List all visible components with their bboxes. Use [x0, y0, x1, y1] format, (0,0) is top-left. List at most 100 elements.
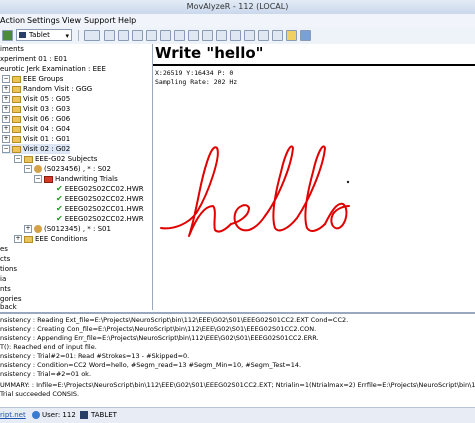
tree-item[interactable]: + Visit 01 : G01 — [2, 134, 70, 144]
expand-icon[interactable]: + — [2, 105, 10, 113]
expand-icon[interactable]: + — [2, 135, 10, 143]
expand-icon[interactable]: + — [2, 85, 10, 93]
chart-icon[interactable] — [146, 30, 157, 41]
subject-icon — [34, 225, 42, 233]
log-line: nsistency : Appending Err_file=E:\Projec… — [0, 334, 319, 342]
film-icon[interactable] — [174, 30, 185, 41]
folder-icon — [12, 105, 21, 113]
tree-item[interactable]: ✔ EEEG02S02CC02.HWR — [56, 194, 144, 204]
tree-item[interactable]: + EEE Conditions — [14, 234, 88, 244]
log-line: nsistency : Trial#2=01: Read #Strokes=13… — [0, 352, 190, 360]
tablet-select[interactable]: Tablet ▾ — [16, 29, 72, 41]
expand-icon[interactable]: + — [2, 125, 10, 133]
collapse-icon[interactable]: − — [2, 75, 10, 83]
folder-icon — [12, 85, 21, 93]
tree-item[interactable]: − EEE Groups — [2, 74, 63, 84]
tree-item[interactable]: − EEE-G02 Subjects — [14, 154, 97, 164]
folder-icon — [12, 95, 21, 103]
run-icon[interactable] — [2, 30, 13, 41]
folder-icon — [44, 175, 53, 183]
check-icon: ✔ — [56, 194, 63, 203]
menu-support[interactable]: Support — [84, 16, 116, 25]
user-status: User: 112 — [42, 411, 76, 419]
tree-item[interactable]: + (S012345) , * : S01 — [24, 224, 111, 234]
log-line: UMMARY: : Infile=E:\Projects\NeuroScript… — [0, 381, 475, 389]
tree-item[interactable]: es — [0, 244, 8, 254]
tree-item[interactable]: tions — [0, 264, 17, 274]
log-line: nsistency : Trial=#2=01 ok. — [0, 370, 92, 378]
subject-icon — [34, 165, 42, 173]
tree-item[interactable]: − Handwriting Trials — [34, 174, 118, 184]
tree-item[interactable]: + Visit 06 : G06 — [2, 114, 70, 124]
collapse-icon[interactable]: − — [2, 145, 10, 153]
tree-item[interactable]: nts — [0, 284, 11, 294]
tree-item[interactable]: eurotic Jerk Examination : EEE — [0, 64, 106, 74]
import-icon[interactable] — [104, 30, 115, 41]
experiment-tree: iments xperiment 01 : E01 eurotic Jerk E… — [0, 44, 153, 310]
tablet-icon — [80, 411, 88, 419]
tree-item[interactable]: + Visit 04 : G04 — [2, 124, 70, 134]
tree-item[interactable]: + Visit 03 : G03 — [2, 104, 70, 114]
web-icon[interactable] — [300, 30, 311, 41]
record-icon[interactable] — [84, 30, 100, 41]
print-icon[interactable] — [118, 30, 129, 41]
tree-item[interactable]: ia — [0, 274, 6, 284]
tree-item[interactable]: ✔ EEEG02S02CC02.HWR — [56, 184, 144, 194]
recording-canvas[interactable]: Write "hello" X:26519 Y:16434 P: 0 Sampl… — [153, 44, 475, 310]
collapse-icon[interactable]: − — [34, 175, 42, 183]
folder-icon — [12, 135, 21, 143]
website-link[interactable]: ript.net — [0, 411, 26, 419]
tree-item[interactable]: back — [0, 302, 17, 310]
menu-action[interactable]: Action — [0, 16, 25, 25]
tree-item[interactable]: ✔ EEEG02S02CC02.HWR — [56, 214, 144, 224]
tree-item[interactable]: cts — [0, 254, 10, 264]
expand-icon[interactable]: + — [14, 235, 22, 243]
db-icon[interactable] — [272, 30, 283, 41]
folder-icon — [24, 235, 33, 243]
config-icon[interactable] — [132, 30, 143, 41]
toolbar-divider — [78, 30, 79, 41]
help-icon[interactable] — [286, 30, 297, 41]
log-line: nsistency : Creating Con_file=E:\Project… — [0, 325, 317, 333]
tablet-icon — [19, 32, 26, 38]
tree-item[interactable]: − (S023456) , * : S02 — [24, 164, 111, 174]
ink-stroke-l1 — [264, 145, 298, 232]
folder-icon — [12, 115, 21, 123]
log-line: nsistency : Reading Ext_file=E:\Projects… — [0, 316, 349, 324]
expand-icon[interactable]: + — [24, 225, 32, 233]
collapse-icon[interactable]: − — [24, 165, 32, 173]
collapse-icon[interactable]: − — [14, 155, 22, 163]
ink-stroke-e — [230, 204, 266, 232]
wand-icon[interactable] — [230, 30, 241, 41]
message-log[interactable]: nsistency : Reading Ext_file=E:\Projects… — [0, 312, 475, 409]
tree-item[interactable]: ✔ EEEG02S02CC01.HWR — [56, 204, 144, 214]
menu-view[interactable]: View — [62, 16, 81, 25]
title-bar: MovAlyzeR - 112 (LOCAL) — [0, 0, 475, 15]
tablet-select-label: Tablet — [29, 31, 50, 39]
folder-icon — [12, 125, 21, 133]
tree-item[interactable]: + Visit 05 : G05 — [2, 94, 70, 104]
tree-item[interactable]: iments — [0, 44, 24, 54]
folder-icon — [24, 155, 33, 163]
table-icon[interactable] — [160, 30, 171, 41]
grid-icon[interactable] — [258, 30, 269, 41]
menu-settings[interactable]: Settings — [27, 16, 60, 25]
expand-icon[interactable]: + — [2, 95, 10, 103]
log-line: Trial succeeded CONSIS. — [0, 390, 80, 398]
menu-help[interactable]: Help — [118, 16, 136, 25]
ink-stroke-o — [324, 202, 350, 230]
check-icon: ✔ — [56, 184, 63, 193]
measure-icon[interactable] — [244, 30, 255, 41]
expand-icon[interactable]: + — [2, 115, 10, 123]
chevron-down-icon: ▾ — [65, 32, 69, 40]
export-icon[interactable] — [188, 30, 199, 41]
tree-item-selected[interactable]: − Visit 02 : G02 — [2, 144, 71, 154]
analyze-icon[interactable] — [202, 30, 213, 41]
ink-stroke-l2 — [296, 145, 326, 232]
folder-icon — [12, 145, 21, 153]
folder-icon — [12, 75, 21, 83]
tree-item[interactable]: + Random Visit : GGG — [2, 84, 92, 94]
filter-icon[interactable] — [216, 30, 227, 41]
ink-stroke-h — [160, 146, 232, 237]
tree-item[interactable]: xperiment 01 : E01 — [0, 54, 67, 64]
